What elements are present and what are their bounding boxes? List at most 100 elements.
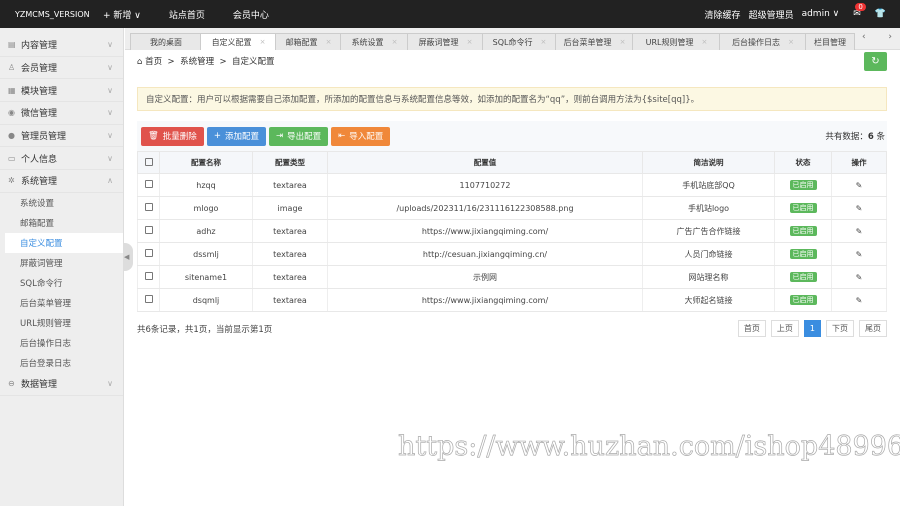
tab-label: 后台操作日志 — [732, 37, 781, 47]
tab-label: 栏目管理 — [814, 37, 846, 47]
tab[interactable]: 系统设置 × — [340, 33, 409, 50]
table-row: dssmlj textarea http://cesuan.jixiangqim… — [137, 242, 887, 266]
sidebar-subitem[interactable]: 邮箱配置 — [0, 213, 123, 233]
status-badge[interactable]: 已启用 — [789, 249, 817, 259]
edit-icon[interactable]: ✎ — [856, 181, 863, 190]
select-all-checkbox[interactable] — [144, 157, 153, 166]
tab[interactable]: 自定义配置 × — [200, 33, 277, 50]
edit-icon[interactable]: ✎ — [856, 250, 863, 259]
import-config-button[interactable]: ⇤ 导入配置 — [331, 126, 391, 146]
tab[interactable]: 邮箱配置 × — [275, 33, 342, 50]
sidebar-item[interactable]: ✲ 系统管理 ∧ — [0, 170, 123, 193]
status-badge[interactable]: 已启用 — [789, 295, 817, 305]
refresh-button[interactable]: ↻ — [864, 52, 887, 71]
tab[interactable]: 后台菜单管理 × — [555, 33, 634, 50]
sidebar-subitem[interactable]: URL规则管理 — [0, 313, 123, 333]
page-current[interactable]: 1 — [803, 320, 821, 337]
tab[interactable]: SQL命令行 × — [482, 33, 557, 50]
tab-label: 屏蔽词管理 — [418, 37, 459, 47]
edit-icon[interactable]: ✎ — [856, 273, 863, 282]
cell-type: textarea — [252, 219, 328, 243]
clear-cache-link[interactable]: 清除缓存 — [705, 8, 741, 21]
skin-icon[interactable]: 👕 — [875, 9, 886, 19]
plus-icon: + — [213, 131, 221, 141]
cell-action: ✎ — [831, 219, 887, 243]
tab-next-icon[interactable]: › — [888, 32, 892, 48]
tab-label: 系统设置 — [351, 37, 384, 47]
row-checkbox[interactable] — [144, 272, 153, 280]
sidebar-subitem[interactable]: 后台操作日志 — [0, 333, 123, 353]
select-all-header — [137, 151, 160, 174]
cell-value: http://cesuan.jixiangqiming.cn/ — [327, 242, 643, 266]
mail-icon[interactable]: ✉ 0 — [853, 3, 866, 19]
page-last[interactable]: 尾页 — [859, 320, 887, 337]
row-checkbox[interactable] — [144, 249, 153, 257]
add-config-button[interactable]: + 添加配置 — [206, 126, 266, 146]
edit-icon[interactable]: ✎ — [856, 227, 863, 236]
sidebar-item-label: 内容管理 — [21, 41, 58, 52]
export-config-button[interactable]: ⇥ 导出配置 — [268, 126, 329, 146]
sidebar-subitem[interactable]: 自定义配置 — [5, 232, 123, 253]
new-menu[interactable]: + 新增 ∨ — [103, 8, 141, 21]
tab-prev-icon[interactable]: ‹ — [862, 32, 866, 48]
close-icon[interactable]: × — [702, 38, 708, 46]
cell-value: https://www.jixiangqiming.com/ — [327, 288, 643, 312]
breadcrumb-system[interactable]: 系统管理 — [180, 57, 214, 67]
close-icon[interactable]: × — [326, 38, 332, 46]
cell-action: ✎ — [831, 288, 887, 312]
edit-icon[interactable]: ✎ — [856, 204, 863, 213]
cell-type: textarea — [252, 265, 328, 289]
sidebar-subitem[interactable]: 后台登录日志 — [0, 353, 123, 373]
row-checkbox[interactable] — [144, 226, 153, 234]
chevron-down-icon: ∨ — [107, 108, 113, 118]
status-badge[interactable]: 已启用 — [789, 180, 817, 190]
status-badge[interactable]: 已启用 — [789, 226, 817, 236]
nav-site-home[interactable]: 站点首页 — [169, 8, 205, 21]
edit-icon[interactable]: ✎ — [856, 296, 863, 305]
close-icon[interactable]: × — [467, 38, 473, 46]
sidebar-item[interactable]: ▭ 个人信息 ∨ — [0, 147, 123, 171]
sidebar-subitem[interactable]: SQL命令行 — [0, 273, 123, 293]
sidebar-item-data[interactable]: ⊖ 数据管理 ∨ — [0, 373, 123, 396]
page-next[interactable]: 下页 — [826, 320, 854, 337]
cell-status: 已启用 — [774, 173, 832, 197]
sidebar-item[interactable]: ▦ 模块管理 ∨ — [0, 79, 123, 103]
close-icon[interactable]: × — [620, 38, 626, 46]
close-icon[interactable]: × — [788, 38, 794, 46]
row-checkbox[interactable] — [144, 295, 153, 303]
sidebar-subitem[interactable]: 屏蔽词管理 — [0, 253, 123, 273]
sidebar-collapse-handle[interactable]: ◀ — [124, 243, 133, 271]
status-badge[interactable]: 已启用 — [789, 272, 817, 282]
cell-desc: 人员门命链接 — [642, 242, 775, 266]
close-icon[interactable]: × — [392, 38, 398, 46]
sidebar-item[interactable]: ▤ 内容管理 ∨ — [0, 34, 123, 57]
tab[interactable]: 我的桌面 — [130, 33, 202, 50]
sidebar-item[interactable]: ♙ 会员管理 ∨ — [0, 57, 123, 80]
close-icon[interactable]: × — [540, 38, 546, 46]
cell-name: dsqmlj — [159, 288, 253, 312]
tab[interactable]: URL规则管理 × — [632, 33, 721, 50]
sidebar-subitem[interactable]: 后台菜单管理 — [0, 293, 123, 313]
close-icon[interactable]: × — [260, 38, 266, 46]
page-first[interactable]: 首页 — [737, 320, 766, 337]
sidebar-subitem[interactable]: 系统设置 — [0, 193, 123, 213]
row-checkbox[interactable] — [144, 180, 153, 188]
pagination-info: 共6条记录，共1页，当前显示第1页 — [137, 325, 273, 335]
tab[interactable]: 栏目管理 — [805, 33, 855, 50]
sidebar-item[interactable]: ● 管理员管理 ∨ — [0, 125, 123, 148]
row-checkbox[interactable] — [144, 203, 153, 211]
batch-delete-button[interactable]: 🗑 批量删除 — [141, 126, 204, 146]
cell-desc: 网站理名称 — [642, 265, 775, 289]
nav-member-center[interactable]: 会员中心 — [233, 8, 269, 21]
user-menu[interactable]: admin ∨ — [802, 9, 840, 19]
cell-desc: 手机站logo — [642, 196, 775, 220]
tab[interactable]: 后台操作日志 × — [719, 33, 807, 50]
sidebar-item[interactable]: ◉ 微信管理 ∨ — [0, 102, 123, 125]
breadcrumb-home[interactable]: 首页 — [145, 57, 162, 67]
cell-status: 已启用 — [774, 288, 832, 312]
admin-icon: ● — [8, 131, 15, 141]
cell-name: mlogo — [159, 196, 253, 220]
page-prev[interactable]: 上页 — [770, 320, 799, 337]
status-badge[interactable]: 已启用 — [789, 203, 817, 213]
tab[interactable]: 屏蔽词管理 × — [407, 33, 484, 50]
